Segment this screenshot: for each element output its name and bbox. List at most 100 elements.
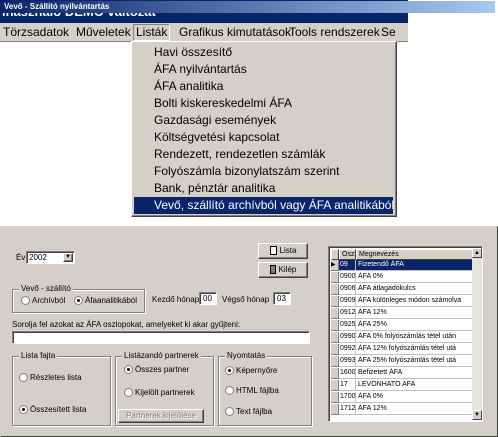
cell-oszl: 0990 bbox=[339, 332, 356, 343]
radio-reszletes-lista-label: Részletes lista bbox=[30, 373, 82, 382]
radio-kijelolt-partnerek[interactable] bbox=[124, 388, 133, 397]
radio-afaanalitikabol-label: Áfaanalitikából bbox=[85, 296, 138, 305]
radio-archivbol-label: Archívból bbox=[32, 296, 66, 305]
cell-megnevezes: LEVONHATO AFA bbox=[356, 380, 481, 391]
menu-se[interactable]: Se bbox=[379, 25, 398, 40]
cell-megnevezes: ÁFA 12% bbox=[356, 308, 481, 319]
chevron-down-icon[interactable]: ▼ bbox=[63, 253, 73, 262]
radio-kepernyore-label: Képernyőre bbox=[236, 366, 278, 375]
row-indicator[interactable] bbox=[331, 272, 339, 283]
table-row[interactable]: 0993 ÁFA 25% folyószámlás tétel utá bbox=[331, 356, 481, 367]
table-row[interactable]: 1700 ÁFA 0% bbox=[331, 392, 481, 403]
row-indicator[interactable] bbox=[331, 284, 339, 295]
print-title: Nyomtatás bbox=[225, 351, 268, 361]
radio-reszletes-lista[interactable] bbox=[19, 373, 28, 382]
row-indicator[interactable] bbox=[331, 368, 339, 379]
cell-megnevezes: Fizetendő ÁFA bbox=[356, 260, 481, 271]
afa-columns-grid[interactable]: Oszl Megnevezés ▶ 09 Fizetendő ÁFA 0900 ÁFA … bbox=[328, 246, 483, 422]
menu-item-folyoszamla[interactable]: Folyószámla bizonylatszám szerint bbox=[134, 163, 393, 180]
radio-html-fajlba[interactable] bbox=[225, 386, 234, 395]
list-type-title: Lista fajta bbox=[19, 351, 58, 361]
row-indicator[interactable] bbox=[331, 404, 339, 415]
dialog-title-bar: Vevő - Szállító nyilvántartás bbox=[1, 1, 495, 13]
grid-corner bbox=[331, 249, 339, 260]
menu-item-havi-osszesito[interactable]: Havi összesítő bbox=[134, 44, 393, 61]
menu-muveletek[interactable]: Műveletek bbox=[74, 25, 133, 40]
table-row[interactable]: 0900 ÁFA 0% bbox=[331, 272, 481, 283]
cell-oszl: 0925 bbox=[339, 320, 356, 331]
grid-scrollbar[interactable]: ▲ ▼ bbox=[472, 248, 482, 420]
radio-text-fajlba[interactable] bbox=[225, 407, 234, 416]
kezdo-honap-input[interactable]: 00 bbox=[199, 292, 217, 305]
table-row[interactable]: 0990 ÁFA 0% folyószámlás tétel után bbox=[331, 332, 481, 343]
kilep-button[interactable]: Kilép bbox=[258, 262, 308, 278]
cell-oszl: 0906 bbox=[339, 284, 356, 295]
row-indicator[interactable] bbox=[331, 320, 339, 331]
menu-torzsadatok[interactable]: Törzsadatok bbox=[1, 25, 71, 40]
document-icon bbox=[269, 246, 277, 256]
cell-megnevezes: ÁFA 25% bbox=[356, 320, 481, 331]
menu-item-bank-penztar[interactable]: Bank, pénztár analitika bbox=[134, 180, 393, 197]
row-pointer-icon[interactable]: ▶ bbox=[331, 260, 339, 271]
menu-item-rendezett-szamlak[interactable]: Rendezett, rendezetlen számlák bbox=[134, 146, 393, 163]
kezdo-honap-label: Kezdő hónap bbox=[152, 295, 200, 304]
radio-text-fajlba-label: Text fájlba bbox=[236, 407, 273, 416]
row-indicator[interactable] bbox=[331, 380, 339, 391]
table-row[interactable]: 0909 ÁFA különleges módon számolva bbox=[331, 296, 481, 307]
row-indicator[interactable] bbox=[331, 308, 339, 319]
scroll-up-icon[interactable]: ▲ bbox=[472, 248, 482, 258]
columns-input[interactable] bbox=[12, 331, 310, 344]
radio-archivbol[interactable] bbox=[21, 296, 30, 305]
list-type-group: Lista fajta bbox=[12, 351, 111, 426]
menu-listak[interactable]: Listák bbox=[133, 24, 171, 41]
table-row[interactable]: 1712 ÁFA 12% bbox=[331, 404, 481, 415]
table-row[interactable]: 0992 ÁFA 12% folyószámlás tétel utá bbox=[331, 344, 481, 355]
radio-osszesitett-lista[interactable] bbox=[19, 405, 28, 414]
kezdo-honap-value: 00 bbox=[203, 294, 212, 303]
year-select[interactable]: 2002 ▼ bbox=[26, 251, 75, 264]
row-indicator[interactable] bbox=[331, 296, 339, 307]
year-value: 2002 bbox=[29, 253, 47, 262]
menu-item-bolti-kiskereskedelmi-afa[interactable]: Bolti kiskereskedelmi ÁFA bbox=[134, 95, 393, 112]
menu-item-gazdasagi-esemenyek[interactable]: Gazdasági események bbox=[134, 112, 393, 129]
radio-kepernyore[interactable] bbox=[225, 366, 234, 375]
radio-osszes-partner[interactable] bbox=[124, 365, 133, 374]
cell-oszl: 1600 bbox=[339, 368, 356, 379]
table-row[interactable]: ▶ 09 Fizetendő ÁFA bbox=[331, 260, 481, 271]
year-label: Év bbox=[16, 253, 26, 262]
cell-oszl: 17 bbox=[339, 380, 356, 391]
menu-tools-rendszerek[interactable]: Tools rendszerek bbox=[287, 25, 382, 40]
row-indicator[interactable] bbox=[331, 332, 339, 343]
menu-item-koltsegvetesi-kapcsolat[interactable]: Költségvetési kapcsolat bbox=[134, 129, 393, 146]
vegso-honap-input[interactable]: 03 bbox=[273, 292, 291, 305]
listak-dropdown-menu: Havi összesítő ÁFA nyilvántartás ÁFA ana… bbox=[131, 41, 397, 217]
table-row[interactable]: 17 LEVONHATO AFA bbox=[331, 380, 481, 391]
table-row[interactable]: 0912 ÁFA 12% bbox=[331, 308, 481, 319]
scroll-down-icon[interactable]: ▼ bbox=[472, 410, 482, 420]
menu-item-afa-analitika[interactable]: ÁFA analitika bbox=[134, 78, 393, 95]
vegso-honap-value: 03 bbox=[277, 294, 286, 303]
table-row[interactable]: 1600 Befizetett ÁFA bbox=[331, 368, 481, 379]
partnerek-kijelolese-button[interactable]: Partnerek kijelölése bbox=[118, 409, 204, 423]
cell-oszl: 0909 bbox=[339, 296, 356, 307]
lista-button[interactable]: Lista bbox=[258, 243, 308, 259]
table-row[interactable]: 0925 ÁFA 25% bbox=[331, 320, 481, 331]
row-indicator[interactable] bbox=[331, 356, 339, 367]
cell-megnevezes: ÁFA 0% bbox=[356, 272, 481, 283]
dialog-title: Vevő - Szállító nyilvántartás bbox=[4, 2, 110, 11]
cell-oszl: 1712 bbox=[339, 404, 356, 415]
grid-header-megnevezes[interactable]: Megnevezés bbox=[356, 249, 481, 260]
cell-oszl: 0993 bbox=[339, 356, 356, 367]
vegso-honap-label: Végső hónap bbox=[222, 295, 270, 304]
radio-afaanalitikabol[interactable] bbox=[74, 296, 83, 305]
row-indicator[interactable] bbox=[331, 344, 339, 355]
table-row[interactable]: 0906 ÁFA átlagadókulcs bbox=[331, 284, 481, 295]
menu-item-vevo-szallito[interactable]: Vevő, szállító archívból vagy ÁFA analit… bbox=[134, 197, 394, 214]
radio-html-fajlba-label: HTML fájlba bbox=[236, 386, 279, 395]
cell-megnevezes: Befizetett ÁFA bbox=[356, 368, 481, 379]
row-indicator[interactable] bbox=[331, 392, 339, 403]
grid-header-oszl[interactable]: Oszl bbox=[339, 249, 356, 260]
menu-grafikus-kimutatasok[interactable]: Grafikus kimutatások bbox=[177, 25, 293, 40]
menu-item-afa-nyilvantartas[interactable]: ÁFA nyilvántartás bbox=[134, 61, 393, 78]
source-group-title: Vevő - szállító bbox=[19, 284, 73, 294]
